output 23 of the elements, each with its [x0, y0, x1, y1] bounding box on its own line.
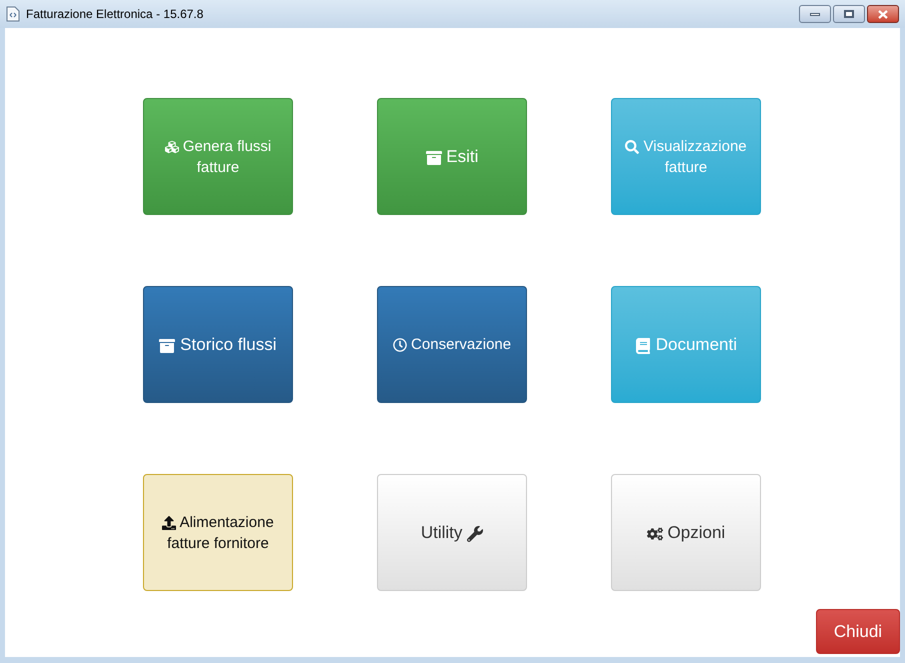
archive-box-icon — [159, 338, 176, 354]
gears-icon — [646, 526, 663, 542]
clock-icon — [392, 338, 407, 352]
menu-tile[interactable]: Alimentazione fatture fornitore — [143, 474, 293, 591]
app-icon — [6, 6, 20, 22]
wrench-icon — [467, 526, 484, 542]
upload-icon — [162, 516, 176, 530]
close-icon — [878, 10, 888, 18]
menu-tile[interactable]: Storico flussi — [143, 286, 293, 403]
menu-tile[interactable]: Esiti — [377, 98, 527, 215]
menu-tile[interactable]: Opzioni — [611, 474, 761, 591]
window-title: Fatturazione Elettronica - 15.67.8 — [26, 6, 204, 23]
menu-tile[interactable]: Utility — [377, 474, 527, 591]
book-icon — [635, 338, 651, 354]
close-button[interactable]: Chiudi — [816, 609, 900, 654]
archive-box-icon — [426, 150, 442, 166]
menu-tile[interactable]: Genera flussi fatture — [143, 98, 293, 215]
cubes-icon — [164, 140, 179, 154]
close-window-button[interactable] — [867, 5, 899, 23]
menu-tile[interactable]: Conservazione — [377, 286, 527, 403]
maximize-button[interactable] — [833, 5, 865, 23]
minimize-button[interactable] — [799, 5, 831, 23]
search-icon — [625, 140, 640, 154]
